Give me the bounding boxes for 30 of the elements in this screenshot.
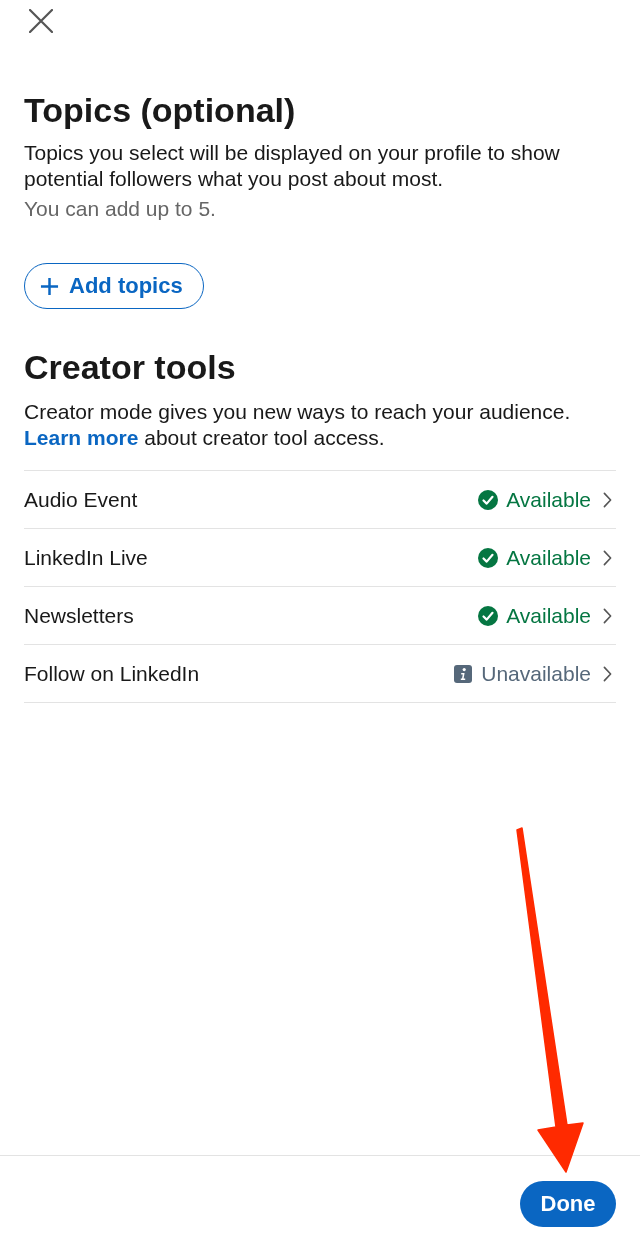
chevron-right-icon [603,607,612,624]
tool-name: Follow on LinkedIn [24,661,201,686]
tool-row[interactable]: LinkedIn Live Available [24,528,616,586]
done-button[interactable]: Done [520,1181,616,1227]
info-icon [454,664,473,683]
section-heading: Creator tools [24,347,237,387]
tool-row[interactable]: Follow on LinkedIn Unavailable [24,644,616,702]
check-circle-icon [478,547,499,568]
tool-name: LinkedIn Live [24,545,149,570]
tool-name: Newsletters [24,603,135,628]
status-label: Available [506,545,591,570]
check-circle-icon [478,605,499,626]
status-label: Unavailable [481,661,591,686]
chevron-right-icon [603,665,612,682]
plus-icon [40,276,59,296]
hint-text: You can add up to 5. [24,196,217,222]
tool-name: Audio Event [24,487,139,512]
chevron-right-icon [603,549,612,566]
check-circle-icon [478,489,499,510]
tool-row[interactable]: Audio Event Available [24,470,616,528]
status-label: Available [506,487,591,512]
description-text: Topics you select will be displayed on your profile to show potential followers what you post about most. [24,140,561,192]
chevron-right-icon [603,491,612,508]
learn-more-link[interactable]: Learn more [24,426,139,449]
status-label: Available [506,603,591,628]
description-text: Creator mode gives you new ways to reach your audience. Learn more about creator tool access. [24,399,572,451]
section-heading: Topics (optional) [24,90,297,130]
close-icon [29,9,53,33]
add-topics-button[interactable]: Add topics [24,263,204,309]
tool-row[interactable]: Newsletters Available [24,586,616,644]
